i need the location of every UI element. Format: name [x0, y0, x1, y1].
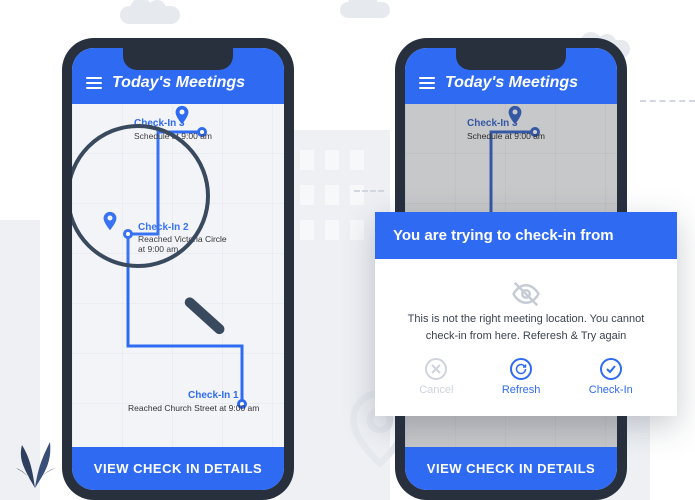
map-pin-icon: [99, 210, 121, 238]
cancel-icon: [425, 358, 447, 380]
modal-title: You are trying to check-in from: [375, 212, 677, 259]
checkin-button[interactable]: Check-In: [589, 358, 633, 396]
phone-mockup-left: Today's Meetings Check-In 3 Schedule at …: [62, 38, 294, 500]
view-checkin-details-button[interactable]: VIEW CHECK IN DETAILS: [405, 447, 617, 490]
map-view[interactable]: Check-In 3 Schedule at 9:00 am Check-In …: [72, 104, 284, 447]
route-node: [123, 229, 133, 239]
checkin-subtext: Reached Victoria Circle at 9:00 am: [138, 235, 228, 255]
eye-off-icon: [511, 279, 541, 301]
cloud-decoration: [340, 2, 390, 18]
checkin-label: Check-In 1: [188, 390, 239, 401]
dashed-line-decoration: [640, 100, 695, 102]
refresh-icon: [510, 358, 532, 380]
header-title: Today's Meetings: [112, 74, 245, 92]
checkin-subtext: Schedule at 9:00 am: [467, 131, 545, 141]
menu-icon[interactable]: [419, 77, 435, 89]
header-title: Today's Meetings: [445, 74, 578, 92]
checkin-label: Check-In: [589, 384, 633, 396]
menu-icon[interactable]: [86, 77, 102, 89]
cancel-label: Cancel: [419, 384, 453, 396]
checkin-label: Check-In 3: [134, 118, 185, 129]
checkin-error-modal: You are trying to check-in from This is …: [375, 212, 677, 416]
checkin-label: Check-In 3: [467, 118, 518, 129]
refresh-button[interactable]: Refresh: [502, 358, 541, 396]
checkin-subtext: Reached Church Street at 9:00 am: [128, 403, 259, 413]
refresh-label: Refresh: [502, 384, 541, 396]
checkin-label: Check-In 2: [138, 222, 189, 233]
checkin-subtext: Schedule at 9:00 am: [134, 131, 212, 141]
dashed-line-decoration: [354, 190, 384, 192]
view-checkin-details-button[interactable]: VIEW CHECK IN DETAILS: [72, 447, 284, 490]
modal-message: This is not the right meeting location. …: [395, 311, 657, 344]
check-icon: [600, 358, 622, 380]
cloud-decoration: [120, 6, 180, 24]
cancel-button[interactable]: Cancel: [419, 358, 453, 396]
plant-decoration: [10, 420, 60, 490]
